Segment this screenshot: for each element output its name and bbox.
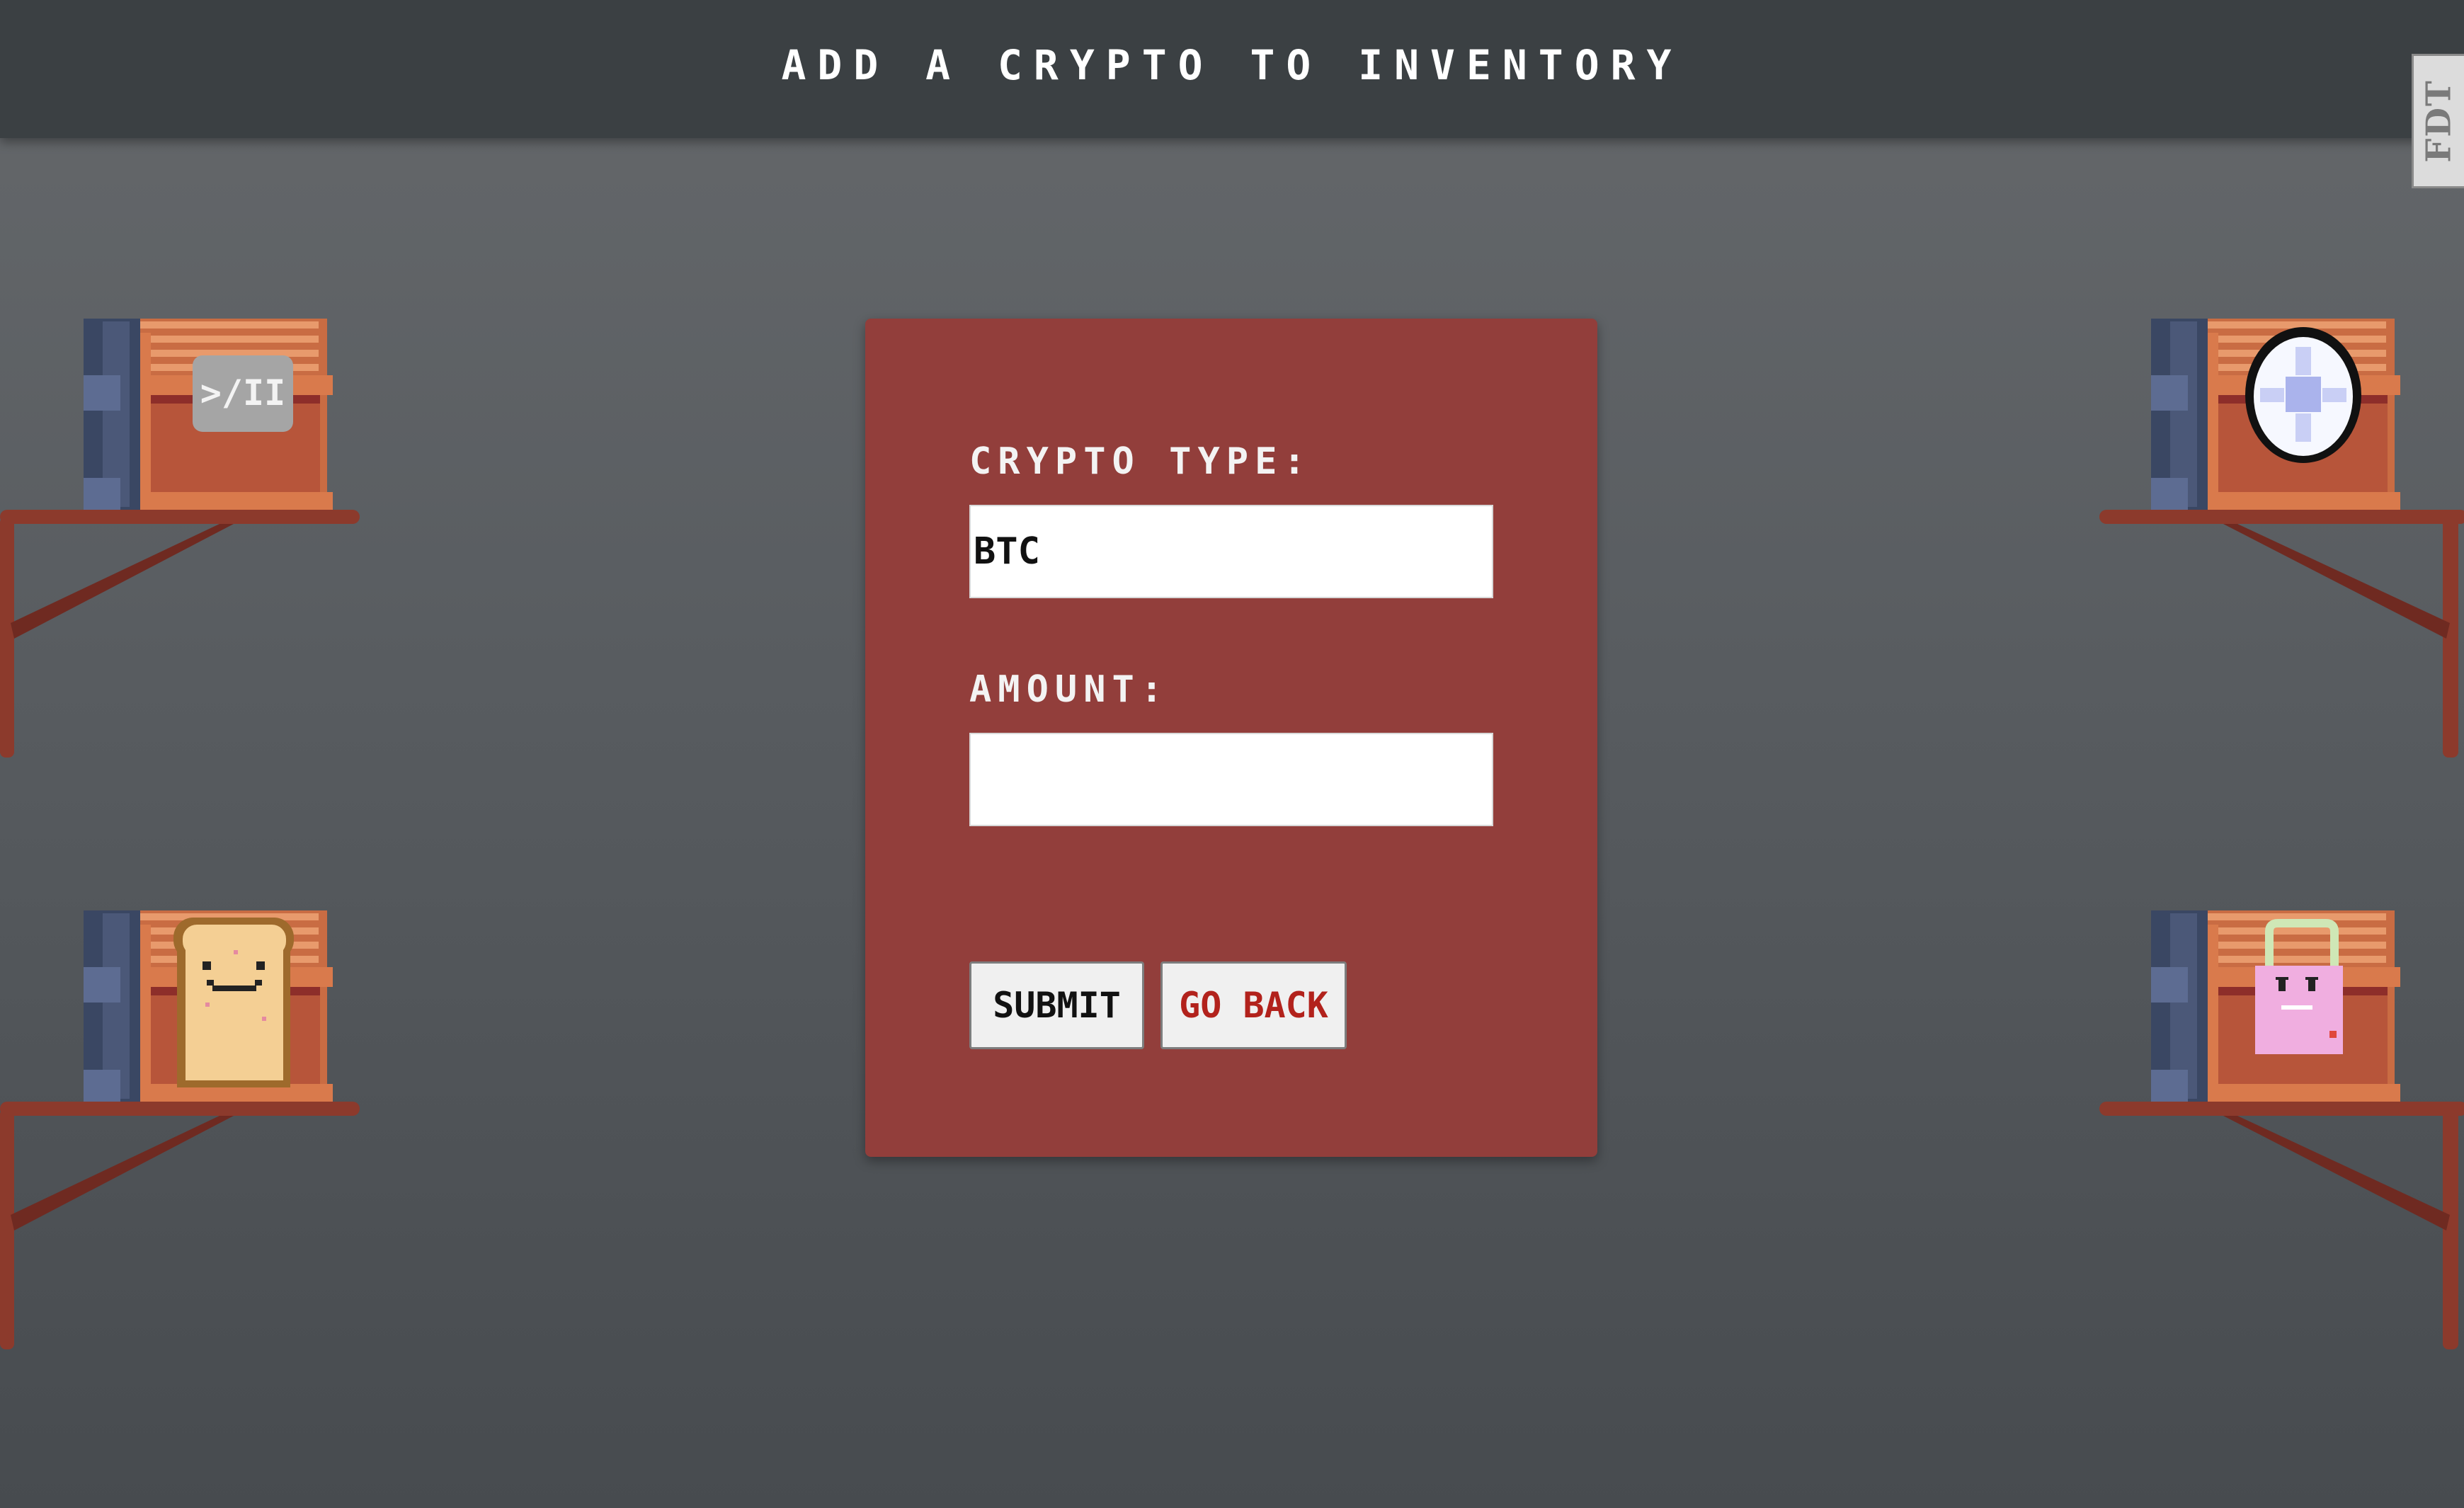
crypto-type-label: CRYPTO TYPE: xyxy=(969,440,1312,483)
amount-label: AMOUNT: xyxy=(969,668,1170,711)
top-bar: ADD A CRYPTO TO INVENTORY xyxy=(0,0,2464,138)
go-back-button[interactable]: GO BACK xyxy=(1160,961,1347,1049)
page-title: ADD A CRYPTO TO INVENTORY xyxy=(781,41,1683,89)
toast-icon[interactable] xyxy=(173,918,294,1087)
amount-input[interactable] xyxy=(969,733,1493,826)
svg-text:>/II: >/II xyxy=(200,372,285,413)
shelf-bottom-right xyxy=(2099,910,2464,1349)
egg-icon[interactable] xyxy=(2245,327,2361,463)
fdt-badge[interactable]: FDT xyxy=(2412,54,2464,188)
shelf-top-left: >/II xyxy=(0,319,360,758)
shelf-bottom-left xyxy=(0,910,360,1349)
play-pause-icon[interactable]: >/II xyxy=(193,355,293,432)
crypto-type-input[interactable] xyxy=(969,505,1493,598)
shelf-top-right xyxy=(2099,319,2464,758)
submit-button[interactable]: SUBMIT xyxy=(969,961,1144,1049)
add-crypto-form: CRYPTO TYPE: AMOUNT: SUBMIT GO BACK xyxy=(865,319,1597,1157)
